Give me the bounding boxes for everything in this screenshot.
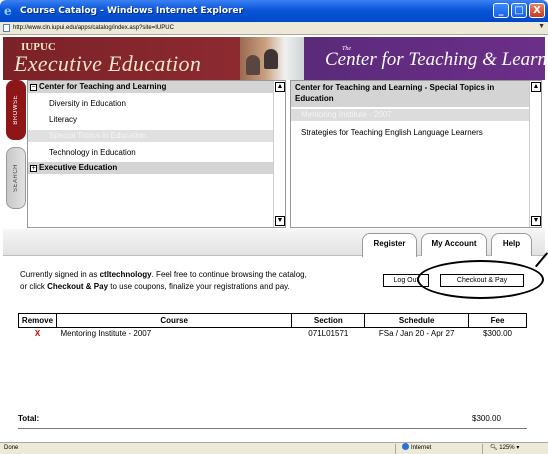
cart-header-row: Remove Course Section Schedule Fee — [18, 313, 527, 328]
zoom-level[interactable]: 🔍︎ 125% ▾ — [490, 443, 519, 454]
total-label: Total: — [18, 414, 40, 423]
address-url[interactable]: http://www.cln.iupui.edu/apps/catalog/in… — [13, 25, 174, 31]
scroll-up-icon[interactable]: ▲ — [275, 82, 285, 92]
signed-in-user: ctltechnology — [99, 270, 152, 279]
cart-table: Remove Course Section Schedule Fee X Men… — [18, 313, 527, 340]
banner-exec-ed: Executive Education — [14, 51, 202, 76]
page-icon — [3, 24, 10, 32]
cart-section: 071L01571 — [308, 329, 349, 339]
col-course: Course — [55, 313, 293, 328]
divider — [395, 444, 396, 454]
cart-fee: $300.00 — [483, 329, 512, 339]
highlight-ellipse — [417, 260, 544, 299]
col-schedule: Schedule — [364, 313, 470, 328]
photo-person — [246, 55, 260, 75]
signed-in-prefix: Currently signed in as — [20, 270, 100, 279]
tab-register[interactable]: Register — [362, 233, 417, 257]
col-fee: Fee — [468, 313, 527, 328]
col-remove: Remove — [18, 313, 57, 328]
window-title-bar[interactable]: e Course Catalog - Windows Internet Expl… — [0, 0, 548, 22]
tree-section-exec-ed[interactable]: + Executive Education — [28, 162, 274, 174]
search-tab-label: SEARCH — [13, 163, 19, 192]
banner-photo — [240, 37, 304, 80]
col-section: Section — [291, 313, 366, 328]
remove-item-button[interactable]: X — [19, 328, 57, 340]
close-button[interactable]: X — [529, 3, 545, 18]
signed-in-line2-suffix: to use coupons, finalize your registrati… — [108, 282, 290, 291]
signed-in-message: Currently signed in as ctltechnology. Fe… — [20, 269, 370, 293]
tree-item-literacy[interactable]: Literacy — [28, 114, 274, 126]
total-value: $300.00 — [472, 414, 501, 423]
cart-schedule: FSa / Jan 20 - Apr 27 — [378, 329, 455, 339]
status-bar: Done Internet 🔍︎ 125% ▾ — [0, 442, 548, 454]
course-item-strategies[interactable]: Strategies for Teaching English Language… — [291, 127, 530, 139]
photo-person — [264, 49, 278, 69]
divider — [482, 444, 483, 454]
tab-my-account[interactable]: My Account — [421, 233, 487, 256]
ctl-banner: The Center for Teaching & Learning — [304, 37, 548, 80]
tree-section-ctl[interactable]: − Center for Teaching and Learning — [28, 81, 274, 93]
status-text: Done — [4, 445, 19, 451]
browse-tab-label: BROWSE — [13, 95, 19, 125]
maximize-button[interactable]: □ — [511, 3, 527, 18]
browse-tab[interactable]: BROWSE — [6, 80, 26, 140]
banner-ctl: Center for Teaching & Learning — [325, 49, 548, 70]
table-row: X Mentoring Institute - 2007 071L01571 F… — [19, 328, 527, 340]
security-zone[interactable]: Internet — [402, 443, 431, 454]
tree-section-label: Executive Education — [39, 163, 118, 172]
tree-section-label: Center for Teaching and Learning — [39, 82, 167, 91]
collapse-icon[interactable]: − — [30, 84, 37, 91]
divider — [18, 428, 527, 429]
tab-help[interactable]: Help — [491, 233, 532, 256]
tree-item-technology[interactable]: Technology in Education — [28, 147, 274, 159]
ie-logo-icon: e — [4, 4, 12, 18]
course-item-mentoring[interactable]: Mentoring Institute - 2007 — [291, 109, 530, 121]
globe-icon — [402, 443, 409, 450]
tree-item-diversity[interactable]: Diversity in Education — [28, 98, 274, 110]
address-dropdown-icon[interactable]: ▼ — [538, 23, 545, 30]
signed-in-line2-bold: Checkout & Pay — [47, 282, 109, 291]
zoom-value: 125% — [499, 445, 515, 451]
signed-in-line2-prefix: or click — [20, 282, 48, 291]
category-list: − Center for Teaching and Learning Divers… — [27, 80, 286, 228]
cart-course: Mentoring Institute - 2007 — [60, 329, 152, 339]
scroll-down-icon[interactable]: ▼ — [531, 216, 541, 226]
scroll-down-icon[interactable]: ▼ — [275, 216, 285, 226]
tree-item-special-topics[interactable]: Special Topics in Education — [28, 130, 274, 142]
window-title: Course Catalog - Windows Internet Explor… — [20, 6, 244, 16]
course-list-heading: Center for Teaching and Learning - Speci… — [291, 81, 530, 107]
search-tab[interactable]: SEARCH — [6, 147, 26, 209]
signed-in-suffix: . Feel free to continue browsing the cat… — [151, 270, 307, 279]
right-scrollbar[interactable]: ▲ ▼ — [529, 81, 541, 227]
zone-label: Internet — [411, 445, 432, 451]
left-scrollbar[interactable]: ▲ ▼ — [273, 81, 285, 227]
minimize-button[interactable]: _ — [493, 3, 509, 18]
scroll-up-icon[interactable]: ▲ — [531, 82, 541, 92]
course-list: Center for Teaching and Learning - Speci… — [290, 80, 542, 228]
window-controls: _ □ X — [493, 3, 545, 18]
site-banner: IUPUC Executive Education The Center for… — [3, 37, 548, 80]
exec-ed-banner: IUPUC Executive Education — [3, 37, 240, 80]
expand-icon[interactable]: + — [30, 165, 37, 172]
address-bar[interactable]: http://www.cln.iupui.edu/apps/catalog/in… — [0, 22, 548, 35]
